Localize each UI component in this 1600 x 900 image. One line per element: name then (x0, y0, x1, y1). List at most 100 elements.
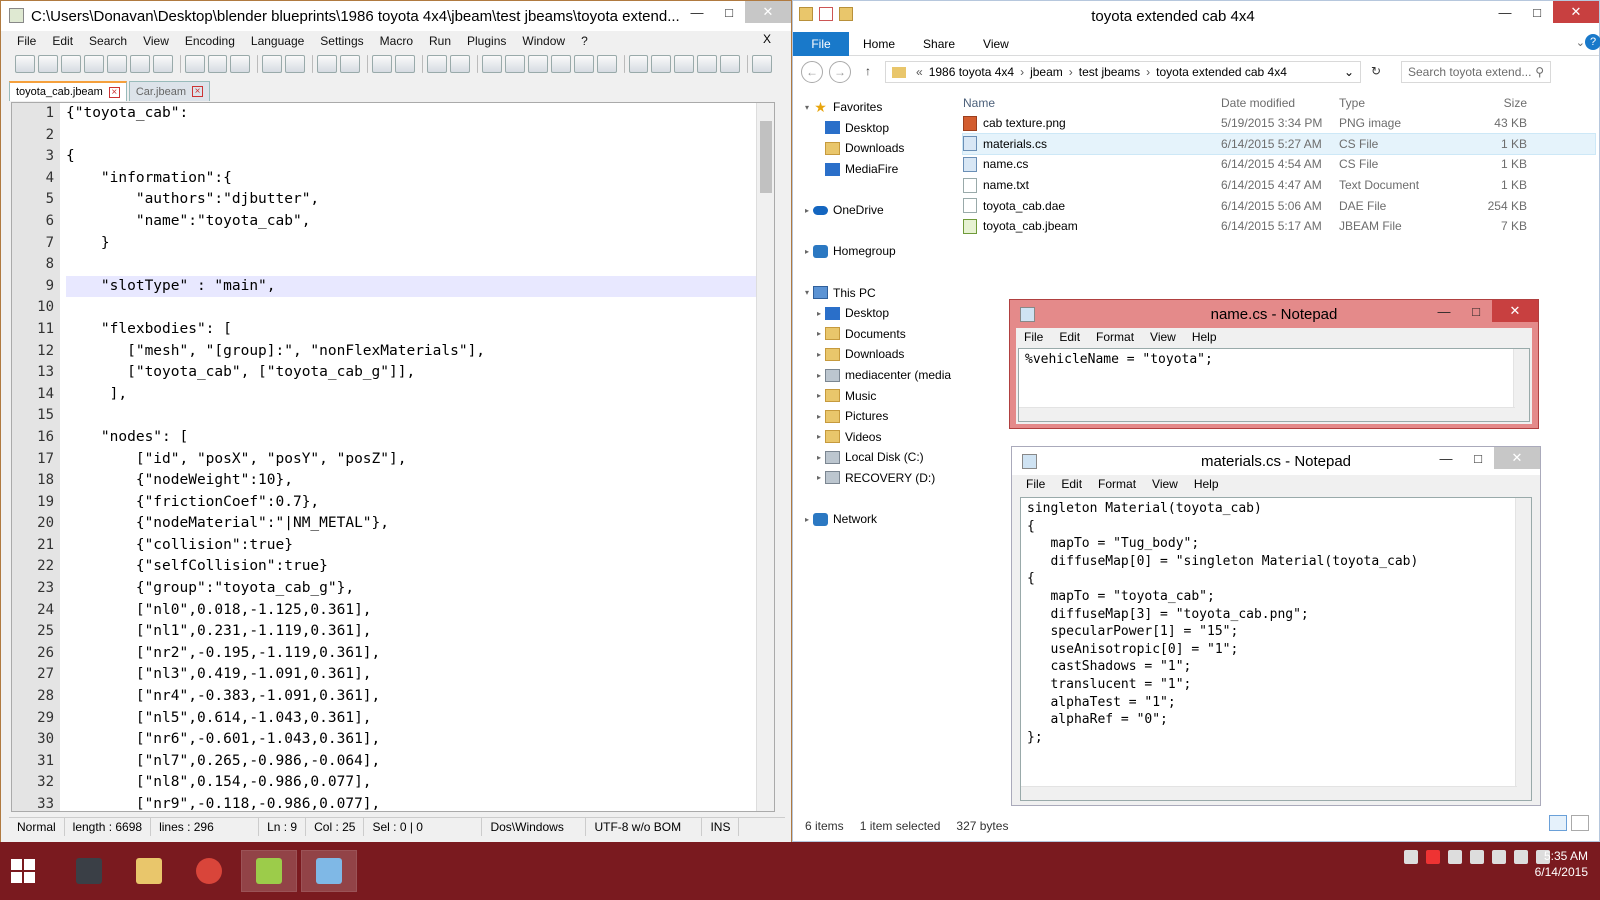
save-icon[interactable] (60, 55, 81, 73)
cut-icon[interactable] (184, 55, 205, 73)
back-arrow-icon[interactable]: ← (801, 61, 823, 83)
menu-settings[interactable]: Settings (312, 34, 371, 48)
new-icon[interactable] (15, 55, 35, 73)
close-icon[interactable] (106, 55, 127, 73)
column-header-date-modified[interactable]: Date modified (1221, 96, 1339, 110)
menu-view[interactable]: View (135, 34, 177, 48)
forward-arrow-icon[interactable]: → (829, 61, 851, 83)
notepad1-titlebar[interactable]: name.cs - Notepad — □ ✕ (1010, 300, 1538, 328)
file-row[interactable]: name.txt 6/14/2015 4:47 AM Text Document 1 … (963, 175, 1595, 196)
breadcrumb-item[interactable]: toyota extended cab 4x4 (1156, 65, 1287, 79)
scrollbar-thumb[interactable] (760, 121, 772, 193)
expand-arrow-icon[interactable]: ▸ (813, 391, 825, 400)
explorer-titlebar[interactable]: toyota extended cab 4x4 — □ ✕ (793, 1, 1599, 31)
maximize-button[interactable]: □ (1521, 1, 1553, 23)
notepad1-vertical-scrollbar[interactable] (1513, 349, 1529, 421)
file-row[interactable]: toyota_cab.jbeam 6/14/2015 5:17 AM JBEAM F… (963, 216, 1595, 237)
menu-view[interactable]: View (1142, 330, 1184, 344)
replace-icon[interactable] (340, 55, 361, 73)
expand-arrow-icon[interactable]: ▸ (801, 247, 813, 256)
copy-icon[interactable] (207, 55, 228, 73)
close-button[interactable]: ✕ (1492, 300, 1538, 322)
expand-arrow-icon[interactable]: ▸ (813, 412, 825, 421)
menu-edit[interactable]: Edit (44, 34, 81, 48)
address-bar[interactable]: « 1986 toyota 4x4 › jbeam › test jbeams › toyot… (885, 61, 1361, 83)
maximize-button[interactable]: □ (1460, 300, 1492, 322)
nav-item-recovery-d-[interactable]: ▸ RECOVERY (D:) (801, 468, 953, 489)
file-row[interactable]: toyota_cab.dae 6/14/2015 5:06 AM DAE File 2… (963, 195, 1595, 216)
paste-icon[interactable] (230, 55, 251, 73)
nav-item-downloads[interactable]: Downloads (801, 138, 953, 159)
menu-file[interactable]: File (1018, 477, 1053, 491)
menu-close-document[interactable]: X (763, 32, 771, 46)
menu-plugins[interactable]: Plugins (459, 34, 514, 48)
taskbar-app-notepadpp[interactable] (241, 850, 297, 892)
sync-h-icon[interactable] (449, 55, 470, 73)
record-macro-icon[interactable] (628, 55, 649, 73)
file-row[interactable]: materials.cs 6/14/2015 5:27 AM CS File 1 KB (962, 132, 1596, 156)
nav-item-videos[interactable]: ▸ Videos (801, 427, 953, 448)
expand-arrow-icon[interactable]: ▸ (813, 453, 825, 462)
zoom-in-icon[interactable] (372, 55, 393, 73)
menu-file[interactable]: File (1016, 330, 1051, 344)
expand-arrow-icon[interactable]: ▸ (801, 206, 813, 215)
nav-item-desktop[interactable]: ▸ Desktop (801, 303, 953, 324)
minimize-button[interactable]: — (1430, 447, 1462, 469)
details-view-icon[interactable] (1549, 815, 1567, 831)
close-all-icon[interactable] (129, 55, 150, 73)
nav-item-local-disk-c-[interactable]: ▸ Local Disk (C:) (801, 447, 953, 468)
column-header-name[interactable]: Name (963, 96, 1221, 110)
action-center-icon[interactable] (1492, 850, 1506, 864)
notepad2-text[interactable]: singleton Material(toyota_cab) { mapTo =… (1027, 500, 1418, 746)
expand-arrow-icon[interactable]: ▸ (813, 350, 825, 359)
menu-encoding[interactable]: Encoding (177, 34, 243, 48)
collapse-arrow-icon[interactable]: ▾ (801, 288, 813, 297)
save-all-icon[interactable] (83, 55, 104, 73)
nav-item-music[interactable]: ▸ Music (801, 385, 953, 406)
nav-item-mediacenter-media[interactable]: ▸ mediacenter (media (801, 365, 953, 386)
onedrive-tray-icon[interactable] (1470, 850, 1484, 864)
large-icons-view-icon[interactable] (1571, 815, 1589, 831)
sync-v-icon[interactable] (427, 55, 447, 73)
udl-icon[interactable] (550, 55, 571, 73)
column-header-type[interactable]: Type (1339, 96, 1457, 110)
flag-icon[interactable] (1404, 850, 1418, 864)
func-list-icon[interactable] (596, 55, 617, 73)
expand-arrow-icon[interactable]: ▸ (813, 432, 825, 441)
nav-item-homegroup[interactable]: ▸ Homegroup (801, 241, 953, 262)
close-button[interactable]: ✕ (1494, 447, 1540, 469)
tab-close-icon[interactable]: × (108, 86, 120, 98)
menu-format[interactable]: Format (1088, 330, 1142, 344)
file-row[interactable]: name.cs 6/14/2015 4:54 AM CS File 1 KB (963, 154, 1595, 175)
nav-item-documents[interactable]: ▸ Documents (801, 324, 953, 345)
address-dropdown-icon[interactable]: ⌄ (1344, 65, 1354, 79)
nav-item-network[interactable]: ▸ Network (801, 509, 953, 530)
ribbon-tab-view[interactable]: View (969, 37, 1023, 51)
notepad2-titlebar[interactable]: materials.cs - Notepad — □ ✕ (1012, 447, 1540, 475)
tab-car-jbeam[interactable]: Car.jbeam × (128, 81, 210, 101)
save-macro-icon[interactable] (720, 55, 741, 73)
run-macro-multiple-icon[interactable] (697, 55, 718, 73)
code-text[interactable]: {"toyota_cab": { "information":{ "authors… (66, 103, 756, 811)
breadcrumb-item[interactable]: 1986 toyota 4x4 (929, 65, 1014, 79)
wrap-icon[interactable] (481, 55, 502, 73)
file-row[interactable]: cab texture.png 5/19/2015 3:34 PM PNG imag… (963, 113, 1595, 134)
stop-macro-icon[interactable] (651, 55, 672, 73)
minimize-button[interactable]: — (1489, 1, 1521, 23)
steam-icon[interactable] (1448, 850, 1462, 864)
clock[interactable]: 5:35 AM 6/14/2015 (1535, 848, 1588, 880)
expand-arrow-icon[interactable]: ▸ (813, 329, 825, 338)
open-icon[interactable] (37, 55, 58, 73)
nav-item-onedrive[interactable]: ▸ OneDrive (801, 200, 953, 221)
expand-arrow-icon[interactable]: ▸ (813, 371, 825, 380)
ribbon-tab-share[interactable]: Share (909, 37, 969, 51)
collapse-arrow-icon[interactable]: ▾ (801, 103, 813, 112)
print-icon[interactable] (152, 55, 173, 73)
close-button[interactable]: ✕ (745, 1, 791, 23)
minimize-button[interactable]: — (1428, 300, 1460, 322)
menu-format[interactable]: Format (1090, 477, 1144, 491)
indent-guide-icon[interactable] (527, 55, 548, 73)
breadcrumb-item[interactable]: jbeam (1030, 65, 1063, 79)
menu-help[interactable]: Help (1186, 477, 1227, 491)
menu-file[interactable]: File (9, 34, 44, 48)
